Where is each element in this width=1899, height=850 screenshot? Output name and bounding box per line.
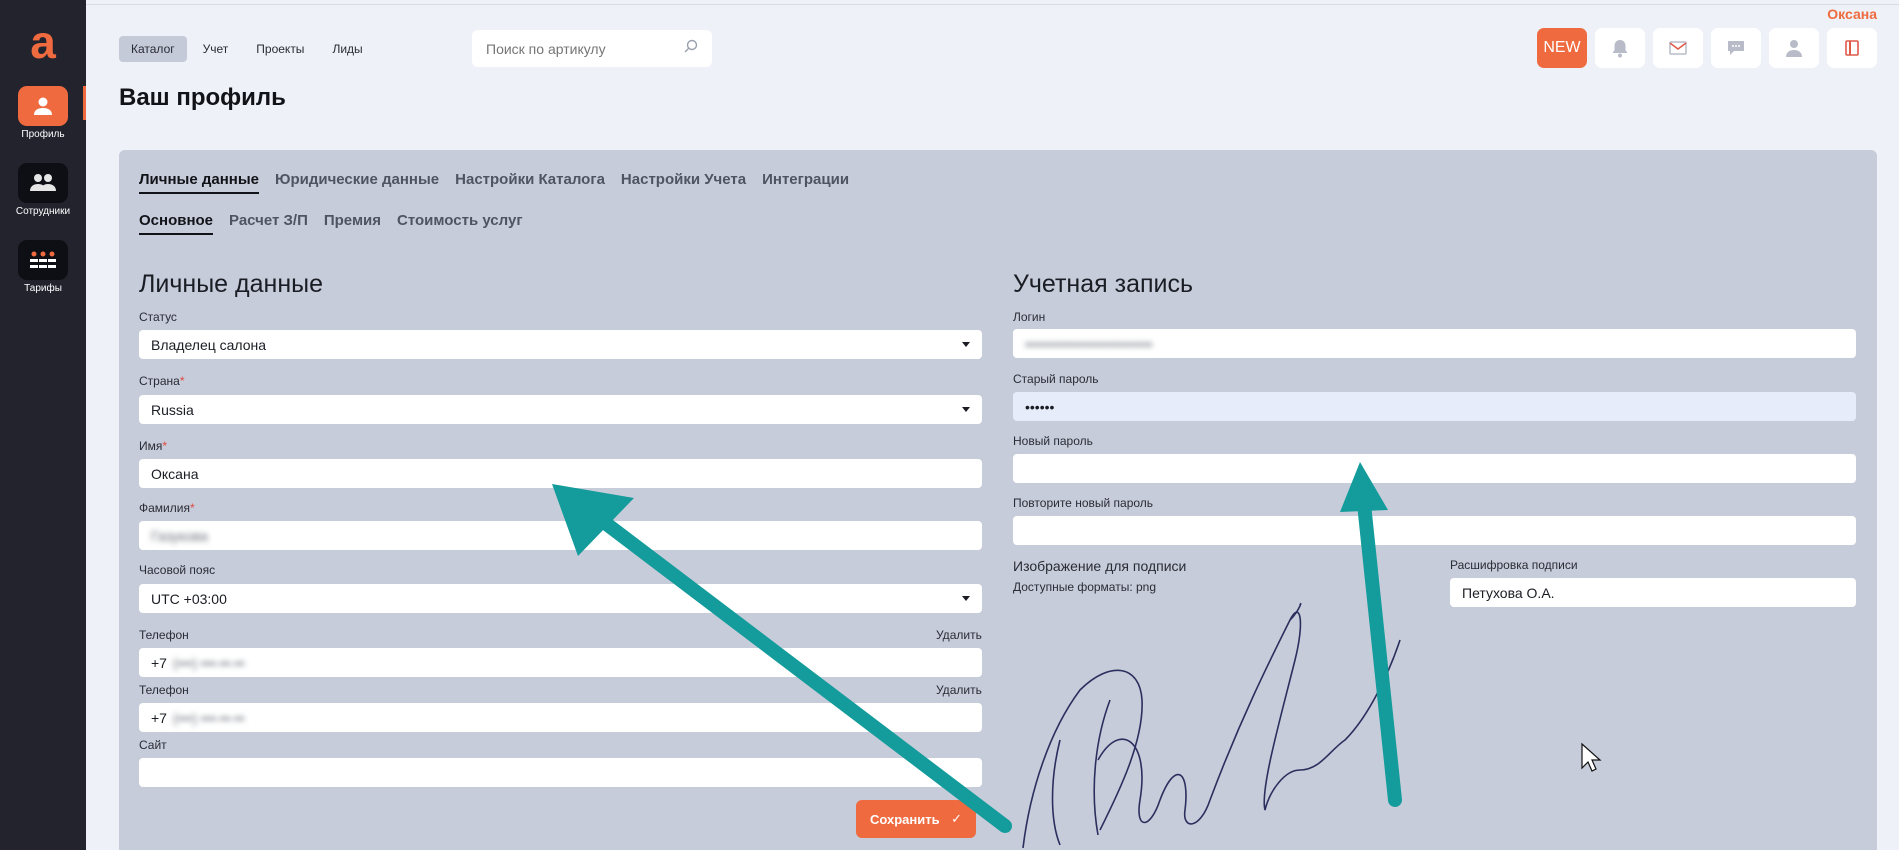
chevron-down-icon <box>962 342 970 347</box>
tab-catalog-settings[interactable]: Настройки Каталога <box>455 171 605 194</box>
signature-formats: Доступные форматы: png <box>1013 580 1157 594</box>
phone1-label: Телефон <box>139 628 189 642</box>
login-label: Логин <box>1013 310 1046 324</box>
status-label: Статус <box>139 310 177 324</box>
old-password-field[interactable]: •••••• <box>1013 392 1856 421</box>
book-icon[interactable] <box>1827 28 1877 68</box>
top-toolbar: NEW <box>1537 28 1877 68</box>
login-value: •••••••••••••••••••••••••• <box>1025 335 1153 352</box>
nav-item-catalog[interactable]: Каталог <box>119 36 187 62</box>
sidebar-item-label: Сотрудники <box>15 206 71 217</box>
phone2-field[interactable]: +7 (•••) •••-••-•• <box>139 703 982 732</box>
page-title: Ваш профиль <box>119 84 286 111</box>
subtab-basic[interactable]: Основное <box>139 212 214 235</box>
new-password-label: Новый пароль <box>1013 434 1093 448</box>
search-input[interactable] <box>486 40 684 57</box>
delete-phone1-link[interactable]: Удалить <box>936 628 982 642</box>
old-password-value: •••••• <box>1025 398 1055 415</box>
timezone-value: UTC +03:00 <box>151 590 227 607</box>
first-name-label-text: Имя <box>139 439 163 453</box>
country-select[interactable]: Russia <box>139 395 982 424</box>
user-icon <box>18 86 68 126</box>
sidebar-item-tariffs[interactable]: Тарифы <box>0 240 86 294</box>
first-name-field[interactable]: Оксана <box>139 459 982 488</box>
subtab-salary[interactable]: Расчет З/П <box>229 212 308 235</box>
last-name-label-text: Фамилия <box>139 501 190 515</box>
signature-decode-value: Петухова О.А. <box>1462 584 1555 601</box>
country-label: Страна* <box>139 374 184 388</box>
subtab-bonus[interactable]: Премия <box>324 212 381 235</box>
first-name-value: Оксана <box>151 465 199 482</box>
new-button[interactable]: NEW <box>1537 28 1587 68</box>
check-icon: ✓ <box>951 811 962 826</box>
tab-personal-data[interactable]: Личные данные <box>139 171 259 194</box>
timezone-label: Часовой пояс <box>139 563 216 577</box>
required-mark: * <box>189 501 195 515</box>
subtab-service-cost[interactable]: Стоимость услуг <box>397 212 523 235</box>
site-field[interactable] <box>139 758 982 787</box>
chat-icon[interactable] <box>1711 28 1761 68</box>
new-password-field[interactable] <box>1013 454 1856 483</box>
nav-item-leads[interactable]: Лиды <box>320 36 374 62</box>
delete-phone2-link[interactable]: Удалить <box>936 683 982 697</box>
account-section-title: Учетная запись <box>1013 270 1194 298</box>
sub-tabs: Основное Расчет З/П Премия Стоимость усл… <box>139 212 523 235</box>
country-label-text: Страна <box>139 374 180 388</box>
app-logo[interactable]: a <box>24 19 62 65</box>
required-mark: * <box>179 374 185 388</box>
sidebar: a Профиль Сотрудники Тарифы <box>0 0 86 850</box>
sidebar-item-staff[interactable]: Сотрудники <box>0 163 86 217</box>
site-label: Сайт <box>139 738 167 752</box>
main-tabs: Личные данные Юридические данные Настрой… <box>139 171 849 194</box>
tab-integrations[interactable]: Интеграции <box>762 171 849 194</box>
bell-icon[interactable] <box>1595 28 1645 68</box>
users-icon <box>18 163 68 203</box>
grid-icon <box>18 240 68 280</box>
required-mark: * <box>162 439 168 453</box>
mail-icon[interactable] <box>1653 28 1703 68</box>
signature-decode-field[interactable]: Петухова О.А. <box>1450 578 1856 607</box>
phone1-value: +7 <box>151 654 167 671</box>
chevron-down-icon <box>962 407 970 412</box>
search-box <box>472 30 712 67</box>
nav-item-accounting[interactable]: Учет <box>191 36 241 62</box>
phone2-masked: (•••) •••-••-•• <box>172 709 245 726</box>
phone2-label: Телефон <box>139 683 189 697</box>
signature-decode-label: Расшифровка подписи <box>1450 558 1578 572</box>
tab-accounting-settings[interactable]: Настройки Учета <box>621 171 746 194</box>
login-field[interactable]: •••••••••••••••••••••••••• <box>1013 329 1856 358</box>
repeat-password-label: Повторите новый пароль <box>1013 496 1154 510</box>
tab-legal-data[interactable]: Юридические данные <box>275 171 439 194</box>
personal-section-title: Личные данные <box>139 270 323 298</box>
repeat-password-field[interactable] <box>1013 516 1856 545</box>
chevron-down-icon <box>962 596 970 601</box>
account-icon[interactable] <box>1769 28 1819 68</box>
main-nav: Каталог Учет Проекты Лиды <box>119 36 375 62</box>
first-name-label: Имя* <box>139 439 167 453</box>
sidebar-item-label: Тарифы <box>24 283 62 294</box>
old-password-label: Старый пароль <box>1013 372 1099 386</box>
last-name-value: Газукова <box>151 527 208 544</box>
save-label: Сохранить <box>870 811 940 827</box>
top-divider <box>86 4 1899 5</box>
country-value: Russia <box>151 401 194 418</box>
user-name[interactable]: Оксана <box>1827 6 1877 22</box>
status-value: Владелец салона <box>151 336 267 353</box>
profile-panel: Личные данные Юридические данные Настрой… <box>119 150 1877 850</box>
status-select[interactable]: Владелец салона <box>139 330 982 359</box>
timezone-select[interactable]: UTC +03:00 <box>139 584 982 613</box>
nav-item-projects[interactable]: Проекты <box>244 36 316 62</box>
phone1-field[interactable]: +7 (•••) •••-••-•• <box>139 648 982 677</box>
sidebar-item-label: Профиль <box>21 129 65 140</box>
last-name-field[interactable]: Газукова <box>139 521 982 550</box>
last-name-label: Фамилия* <box>139 501 195 515</box>
phone1-masked: (•••) •••-••-•• <box>172 654 245 671</box>
signature-image-title: Изображение для подписи <box>1013 558 1187 574</box>
search-icon[interactable] <box>684 39 698 58</box>
sidebar-item-profile[interactable]: Профиль <box>0 86 86 140</box>
save-button[interactable]: Сохранить ✓ <box>856 800 976 838</box>
phone2-value: +7 <box>151 709 167 726</box>
